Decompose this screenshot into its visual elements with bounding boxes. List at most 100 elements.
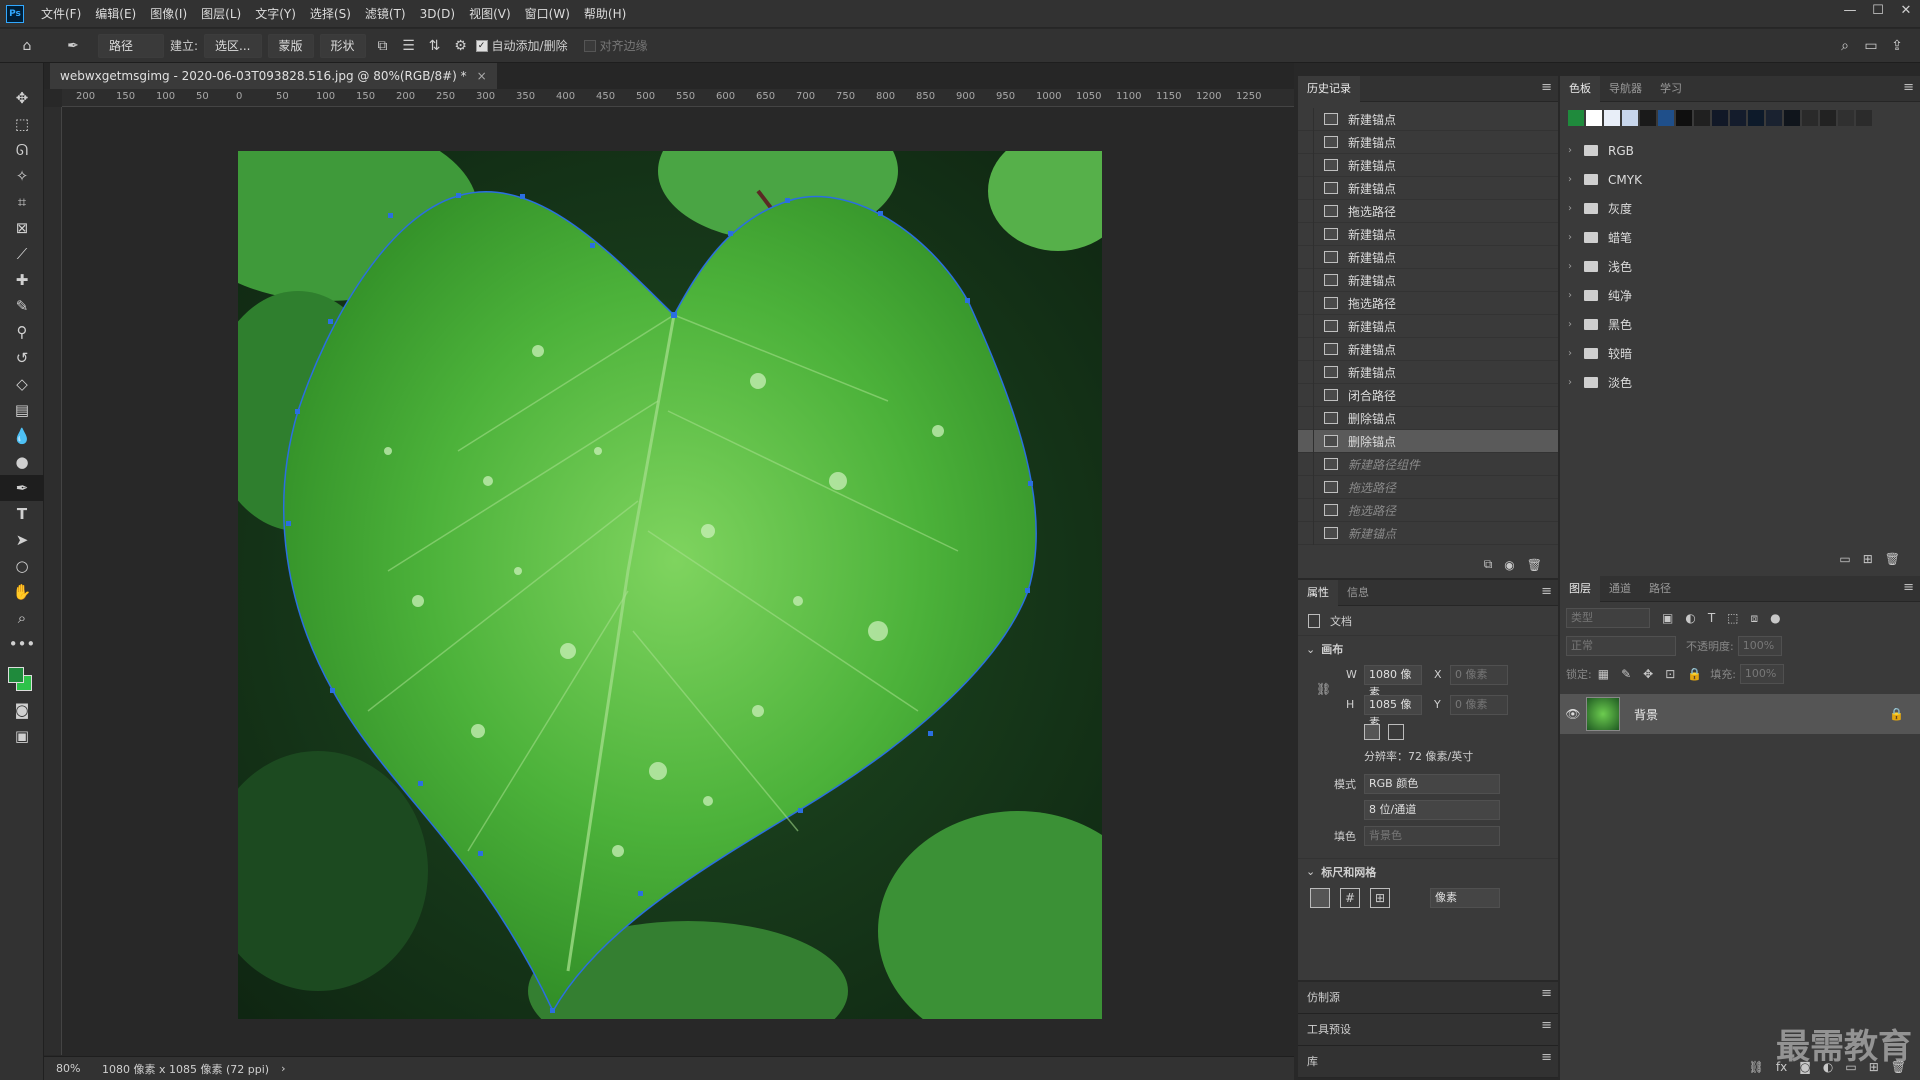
magic-wand-tool-icon[interactable]: ✧ [0,163,44,189]
ruler-toggle-icon[interactable] [1310,888,1330,908]
history-item[interactable]: 新建锚点 [1298,176,1558,200]
bit-depth-select[interactable]: 8 位/通道 [1364,800,1500,820]
new-document-from-state-icon[interactable]: ⧉ [1484,557,1493,572]
menu-filter[interactable]: 滤镜(T) [358,0,413,28]
color-swatch[interactable] [1640,110,1656,126]
width-field[interactable]: 1080 像素 [1364,665,1422,699]
color-swatch[interactable] [1694,110,1710,126]
color-swatch[interactable] [1586,110,1602,126]
color-swatch[interactable] [1622,110,1638,126]
swatch-group[interactable]: › 黑色 [1560,310,1920,339]
zoom-level[interactable]: 80% [56,1062,102,1075]
swatch-group[interactable]: › 淡色 [1560,368,1920,397]
history-item[interactable]: 新建锚点 [1298,521,1558,545]
history-item[interactable]: 新建锚点 [1298,245,1558,269]
swatch-group[interactable]: › 浅色 [1560,252,1920,281]
swatch-group[interactable]: › 纯净 [1560,281,1920,310]
landscape-orientation-icon[interactable] [1388,724,1404,740]
frame-tool-icon[interactable]: ⊠ [0,215,44,241]
menu-file[interactable]: 文件(F) [34,0,88,28]
gradient-tool-icon[interactable]: ▤ [0,397,44,423]
move-tool-icon[interactable]: ✥ [0,85,44,111]
panel-menu-icon[interactable]: ≡ [1541,1018,1552,1033]
path-mode-select[interactable]: 路径 [98,33,164,58]
menu-image[interactable]: 图像(I) [143,0,194,28]
color-swatch[interactable] [1748,110,1764,126]
maximize-button[interactable]: ☐ [1864,0,1892,22]
auto-add-delete-checkbox[interactable]: ✓ [475,39,488,52]
portrait-orientation-icon[interactable] [1364,724,1380,740]
filter-shape-icon[interactable]: ⬚ [1727,611,1738,625]
zoom-tool-icon[interactable]: ⌕ [0,605,44,631]
menu-3d[interactable]: 3D(D) [413,0,462,28]
pen-tool-preset-icon[interactable]: ✒ [62,35,84,57]
healing-tool-icon[interactable]: ✚ [0,267,44,293]
color-swatch[interactable] [1784,110,1800,126]
camera-icon[interactable]: ◉ [1504,558,1514,572]
quick-mask-icon[interactable]: ◙ [0,697,44,723]
close-window-button[interactable]: ✕ [1892,0,1920,22]
swatch-group[interactable]: › 较暗 [1560,339,1920,368]
layer-name[interactable]: 背景 [1634,706,1658,723]
visibility-eye-icon[interactable]: 👁 [1560,707,1586,721]
layer-row[interactable]: 👁 背景 🔒 [1560,694,1920,734]
color-swatch[interactable] [1712,110,1728,126]
menu-edit[interactable]: 编辑(E) [88,0,143,28]
color-swatch[interactable] [1676,110,1692,126]
tab-properties[interactable]: 属性 [1298,579,1338,606]
history-item[interactable]: 拖选路径 [1298,291,1558,315]
path-alignment-icon[interactable]: ☰ [398,35,420,57]
swatch-group[interactable]: › 灰度 [1560,194,1920,223]
color-swatch[interactable] [1820,110,1836,126]
tab-info[interactable]: 信息 [1338,580,1378,606]
tab-paths[interactable]: 路径 [1640,576,1680,602]
panel-menu-icon[interactable]: ≡ [1541,986,1552,1001]
marquee-tool-icon[interactable]: ⬚ [0,111,44,137]
canvas-area[interactable] [62,107,1294,1055]
color-swatches[interactable] [0,657,44,697]
search-icon[interactable]: ⌕ [1834,35,1856,57]
canvas-section-header[interactable]: ⌄ 画布 [1298,636,1558,662]
color-swatch[interactable] [1658,110,1674,126]
link-icon[interactable]: ⛓ [1316,682,1331,696]
history-item[interactable]: 新建锚点 [1298,314,1558,338]
filter-pixel-icon[interactable]: ▣ [1662,611,1673,625]
color-swatch[interactable] [1604,110,1620,126]
libraries-panel[interactable]: 库 ≡ [1298,1046,1558,1078]
minimize-button[interactable]: — [1836,0,1864,22]
stamp-tool-icon[interactable]: ⚲ [0,319,44,345]
lock-position-icon[interactable]: ✥ [1643,667,1653,681]
new-group-icon[interactable]: ▭ [1839,552,1850,566]
swatch-group[interactable]: › 蜡笔 [1560,223,1920,252]
color-mode-select[interactable]: RGB 颜色 [1364,774,1500,794]
tab-history[interactable]: 历史记录 [1298,75,1360,102]
panel-menu-icon[interactable]: ≡ [1541,1050,1552,1065]
share-icon[interactable]: ⇪ [1886,35,1908,57]
history-item[interactable]: 删除锚点 [1298,406,1558,430]
filter-toggle-icon[interactable]: ● [1770,611,1780,625]
menu-view[interactable]: 视图(V) [462,0,518,28]
filter-smart-object-icon[interactable]: ⧈ [1751,611,1759,626]
history-item[interactable]: 闭合路径 [1298,383,1558,407]
foreground-color-swatch[interactable] [8,667,24,683]
workspace-icon[interactable]: ▭ [1860,35,1882,57]
align-edges-checkbox[interactable] [583,39,596,52]
color-swatch[interactable] [1730,110,1746,126]
color-swatch[interactable] [1766,110,1782,126]
filter-adjustment-icon[interactable]: ◐ [1685,611,1695,625]
history-item[interactable]: 新建锚点 [1298,153,1558,177]
history-item[interactable]: 新建锚点 [1298,268,1558,292]
lock-image-icon[interactable]: ✎ [1621,667,1631,681]
y-field[interactable]: 0 像素 [1450,695,1508,715]
x-field[interactable]: 0 像素 [1450,665,1508,685]
leaf-photo-canvas[interactable] [238,151,1102,1019]
tab-channels[interactable]: 通道 [1600,576,1640,602]
blur-tool-icon[interactable]: 💧 [0,423,44,449]
brush-tool-icon[interactable]: ✎ [0,293,44,319]
tab-swatches[interactable]: 色板 [1560,75,1600,102]
lock-artboard-icon[interactable]: ⊡ [1665,667,1675,681]
history-item[interactable]: 新建锚点 [1298,360,1558,384]
lock-transparent-icon[interactable]: ▦ [1598,667,1609,681]
color-swatch[interactable] [1838,110,1854,126]
crop-tool-icon[interactable]: ⌗ [0,189,44,215]
